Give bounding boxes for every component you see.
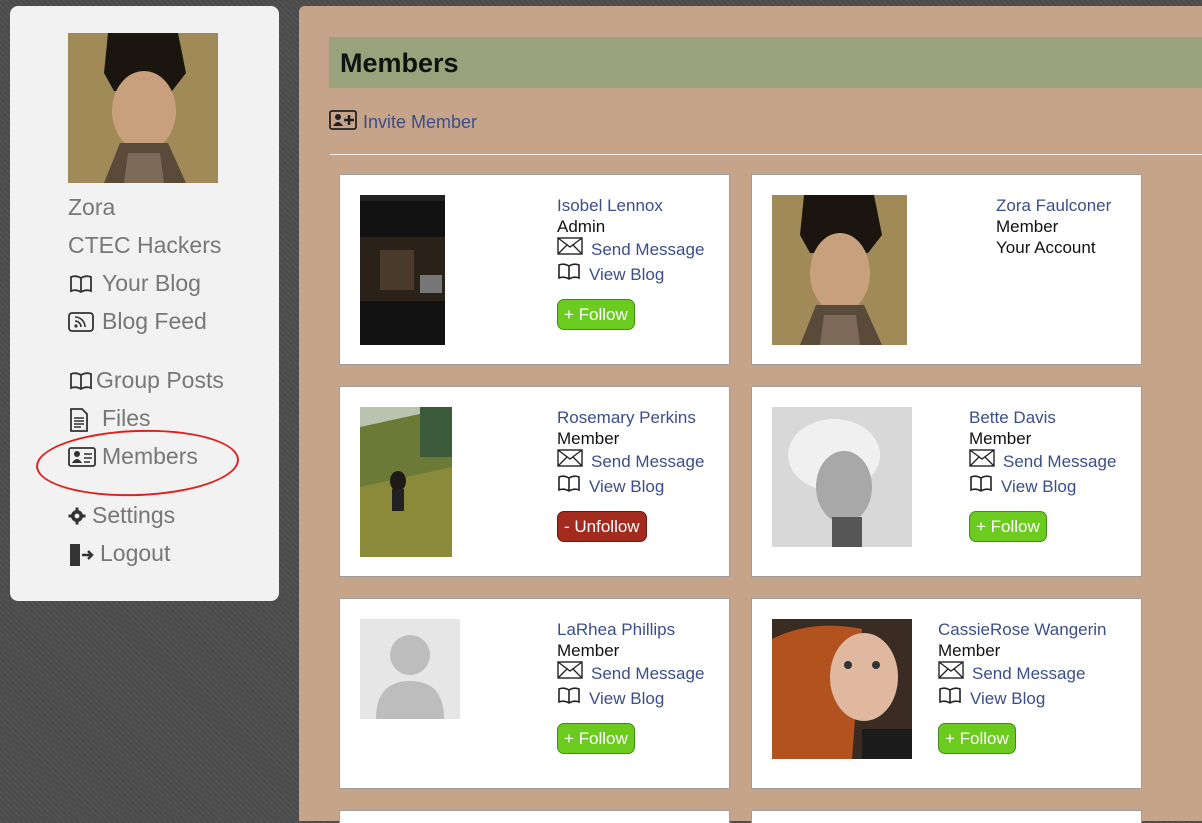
divider xyxy=(330,154,1202,155)
sidebar: Zora CTEC Hackers Your Blog Blog Feed Gr… xyxy=(10,6,279,601)
send-message-link[interactable]: Send Message xyxy=(938,661,1107,686)
member-name-link[interactable]: CassieRose Wangerin xyxy=(938,619,1107,640)
logout-icon xyxy=(68,543,94,566)
gear-icon xyxy=(68,505,86,527)
member-role: Member xyxy=(557,429,620,448)
member-card: Isobel Lennox Admin Send Message View Bl… xyxy=(339,174,730,365)
send-message-label: Send Message xyxy=(591,663,705,683)
follow-button[interactable]: + Follow xyxy=(938,723,1016,754)
book-icon xyxy=(68,273,94,295)
sidebar-item-settings[interactable]: Settings xyxy=(68,502,175,529)
your-account-label: Your Account xyxy=(996,238,1096,257)
user-name: Zora xyxy=(68,194,116,220)
book-icon xyxy=(557,262,581,287)
envelope-icon xyxy=(938,661,964,686)
sidebar-item-label: Your Blog xyxy=(102,270,201,296)
member-card: LaRhea Phillips Member Send Message View… xyxy=(339,598,730,789)
view-blog-link[interactable]: View Blog xyxy=(969,474,1116,499)
sidebar-item-label: Blog Feed xyxy=(102,308,207,334)
follow-button[interactable]: + Follow xyxy=(969,511,1047,542)
sidebar-item-label: Members xyxy=(102,443,198,469)
member-card: Rosemary Perkins Member Send Message Vie… xyxy=(339,386,730,577)
view-blog-label: View Blog xyxy=(970,688,1046,708)
view-blog-link[interactable]: View Blog xyxy=(938,686,1107,711)
sidebar-item-blog-feed[interactable]: Blog Feed xyxy=(68,308,207,335)
envelope-icon xyxy=(557,449,583,474)
sidebar-item-your-blog[interactable]: Your Blog xyxy=(68,270,201,297)
book-icon xyxy=(938,686,962,711)
member-name-link[interactable]: Rosemary Perkins xyxy=(557,407,704,428)
member-name-link[interactable]: LaRhea Phillips xyxy=(557,619,704,640)
member-card: CassieRose Wangerin Member Send Message … xyxy=(751,598,1142,789)
members-header-bar: Members xyxy=(329,37,1202,88)
sidebar-item-label: Logout xyxy=(100,540,171,566)
member-card: Bette Davis Member Send Message View Blo… xyxy=(751,386,1142,577)
member-name-link[interactable]: Zora Faulconer xyxy=(996,195,1111,216)
follow-button[interactable]: + Follow xyxy=(557,299,635,330)
member-name-link[interactable]: Isobel Lennox xyxy=(557,195,704,216)
send-message-label: Send Message xyxy=(972,663,1086,683)
envelope-icon xyxy=(969,449,995,474)
send-message-link[interactable]: Send Message xyxy=(557,449,704,474)
send-message-label: Send Message xyxy=(591,239,705,259)
member-photo[interactable] xyxy=(360,407,452,557)
member-photo[interactable] xyxy=(772,619,912,759)
send-message-link[interactable]: Send Message xyxy=(969,449,1116,474)
view-blog-label: View Blog xyxy=(589,264,665,284)
member-role: Member xyxy=(969,429,1032,448)
envelope-icon xyxy=(557,237,583,262)
page-title: Members xyxy=(340,48,459,78)
send-message-link[interactable]: Send Message xyxy=(557,237,704,262)
follow-button[interactable]: + Follow xyxy=(557,723,635,754)
invite-member-link[interactable]: Invite Member xyxy=(329,110,477,135)
view-blog-label: View Blog xyxy=(1001,476,1077,496)
default-avatar[interactable] xyxy=(360,619,460,719)
view-blog-link[interactable]: View Blog xyxy=(557,686,704,711)
member-card-icon xyxy=(68,446,96,468)
main-panel: Members Invite Member Isobel Lennox Admi… xyxy=(299,6,1202,823)
book-icon xyxy=(68,370,94,392)
member-name-link[interactable]: Bette Davis xyxy=(969,407,1116,428)
user-avatar[interactable] xyxy=(68,33,218,183)
member-card: Zora Faulconer Member Your Account xyxy=(751,174,1142,365)
envelope-icon xyxy=(557,661,583,686)
sidebar-item-members[interactable]: Members xyxy=(68,443,198,470)
member-photo[interactable] xyxy=(772,195,907,345)
view-blog-label: View Blog xyxy=(589,688,665,708)
member-card-partial xyxy=(339,810,730,823)
view-blog-link[interactable]: View Blog xyxy=(557,262,704,287)
member-role: Admin xyxy=(557,217,606,236)
book-icon xyxy=(557,474,581,499)
sidebar-item-label: Settings xyxy=(92,502,176,528)
view-blog-label: View Blog xyxy=(589,476,665,496)
send-message-label: Send Message xyxy=(1003,451,1117,471)
group-name-link[interactable]: CTEC Hackers xyxy=(68,232,221,259)
book-icon xyxy=(969,474,993,499)
member-photo[interactable] xyxy=(360,195,445,345)
add-member-icon xyxy=(329,110,357,135)
invite-member-label: Invite Member xyxy=(363,112,478,132)
view-blog-link[interactable]: View Blog xyxy=(557,474,704,499)
sidebar-item-label: Files xyxy=(102,405,151,431)
member-photo[interactable] xyxy=(772,407,912,547)
send-message-label: Send Message xyxy=(591,451,705,471)
member-card-partial xyxy=(751,810,1142,823)
sidebar-item-label: Group Posts xyxy=(96,367,224,393)
member-role: Member xyxy=(938,641,1001,660)
sidebar-item-group-posts[interactable]: Group Posts xyxy=(68,367,224,394)
rss-icon xyxy=(68,311,94,333)
unfollow-button[interactable]: - Unfollow xyxy=(557,511,647,542)
book-icon xyxy=(557,686,581,711)
member-role: Member xyxy=(996,217,1059,236)
document-icon xyxy=(68,407,94,432)
sidebar-item-files[interactable]: Files xyxy=(68,405,151,432)
sidebar-item-logout[interactable]: Logout xyxy=(68,540,170,567)
send-message-link[interactable]: Send Message xyxy=(557,661,704,686)
member-role: Member xyxy=(557,641,620,660)
